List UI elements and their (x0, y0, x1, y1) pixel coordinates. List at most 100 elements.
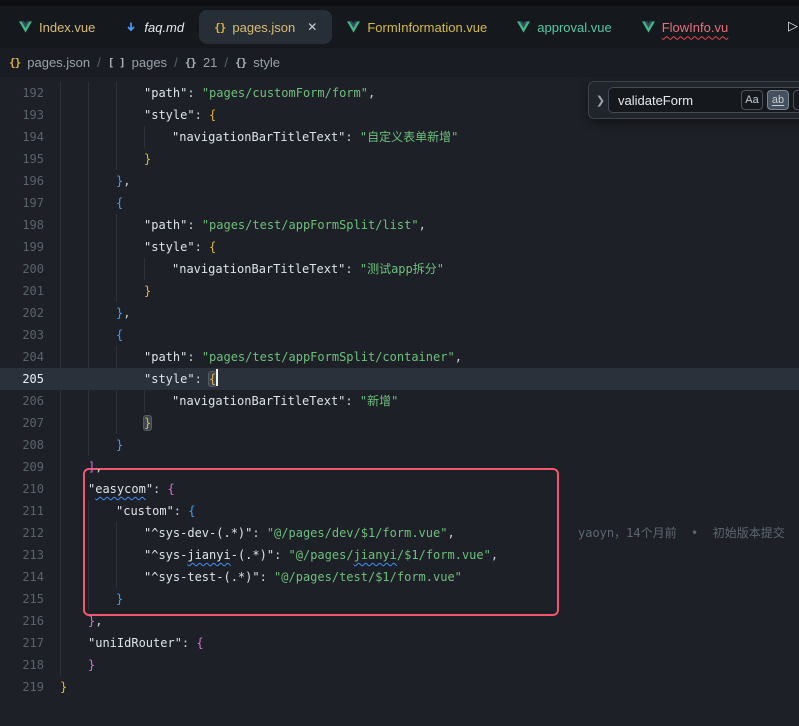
code-line[interactable]: 203{ (0, 324, 799, 346)
code-line[interactable]: 213"^sys-jianyi-(.*)": "@/pages/jianyi/$… (0, 544, 799, 566)
token: "style" (144, 372, 195, 386)
token: "navigationBarTitleText" (172, 130, 345, 144)
code-text: "style": { (0, 236, 799, 258)
tab-label: FormInformation.vue (367, 20, 487, 35)
code-line[interactable]: 196}, (0, 170, 799, 192)
code-line[interactable]: 198"path": "pages/test/appFormSplit/list… (0, 214, 799, 236)
code-text: "path": "pages/test/appFormSplit/contain… (0, 346, 799, 368)
tab-faq-md[interactable]: faq.md (110, 10, 199, 44)
token: } (60, 680, 67, 694)
code-line[interactable]: 209], (0, 456, 799, 478)
find-widget: ❯ validateForm Aa ab .* (588, 81, 799, 119)
code-line[interactable]: 194"navigationBarTitleText": "自定义表单新增" (0, 126, 799, 148)
braces-icon: {} (9, 56, 20, 69)
token: : (274, 548, 288, 562)
token: "@/pages/test/$1/form.vue" (274, 570, 462, 584)
code-line[interactable]: 207} (0, 412, 799, 434)
code-line[interactable]: 202}, (0, 302, 799, 324)
breadcrumb-item[interactable]: 21 (203, 55, 217, 70)
token: "新增" (360, 394, 398, 408)
code-line[interactable]: 195} (0, 148, 799, 170)
code-line[interactable]: 218} (0, 654, 799, 676)
token: "style" (144, 240, 195, 254)
cursor-caret (216, 369, 218, 386)
tab-index-vue[interactable]: Index.vue (4, 10, 110, 44)
token: { (188, 504, 195, 518)
tab-label: pages.json (232, 20, 295, 35)
breadcrumb-item[interactable]: pages.json (27, 55, 90, 70)
token: "path" (144, 86, 187, 100)
brackets-icon: [ ] (108, 56, 125, 69)
code-text: ], (0, 456, 799, 478)
code-line[interactable]: 216}, (0, 610, 799, 632)
vscode-window: { "icons": { "tab_overflow": "▷", "find_… (0, 0, 799, 726)
code-line[interactable]: 215} (0, 588, 799, 610)
match-case-button[interactable]: Aa (741, 90, 763, 110)
breadcrumb-item[interactable]: style (253, 55, 280, 70)
code-line[interactable]: 212"^sys-dev-(.*)": "@/pages/dev/$1/form… (0, 522, 799, 544)
code-line[interactable]: 217"uniIdRouter": { (0, 632, 799, 654)
token: , (95, 614, 102, 628)
code-text: "^sys-test-(.*)": "@/pages/test/$1/form.… (0, 566, 799, 588)
breadcrumb-separator: / (174, 55, 178, 70)
code-line[interactable]: 211"custom": { (0, 500, 799, 522)
tab-approval-vue[interactable]: approval.vue (502, 10, 626, 44)
regex-button[interactable]: .* (793, 90, 799, 110)
breadcrumb-item[interactable]: pages (132, 55, 167, 70)
token: } (144, 284, 151, 298)
code-line[interactable]: 210"easycom": { (0, 478, 799, 500)
code-text: { (0, 324, 799, 346)
token: "@/pages/dev/$1/form.vue" (267, 526, 448, 540)
code-line[interactable]: 199"style": { (0, 236, 799, 258)
token: , (447, 526, 454, 540)
token: "^sys- (144, 548, 187, 562)
token: "^sys-test-(.*)" (144, 570, 260, 584)
code-text: "navigationBarTitleText": "自定义表单新增" (0, 126, 799, 148)
code-line[interactable]: 219} (0, 676, 799, 698)
token: : (174, 504, 188, 518)
tab-flowinfo-vu[interactable]: FlowInfo.vu (627, 10, 743, 44)
code-line[interactable]: 200"navigationBarTitleText": "测试app拆分" (0, 258, 799, 280)
tab-pages-json[interactable]: {}pages.json✕ (199, 10, 332, 44)
code-line[interactable]: 205"style": { (0, 368, 799, 390)
code-line[interactable]: 206"navigationBarTitleText": "新增" (0, 390, 799, 412)
code-line[interactable]: 197{ (0, 192, 799, 214)
code-line[interactable]: 201} (0, 280, 799, 302)
token: , (368, 86, 375, 100)
tab-forminformation-vue[interactable]: FormInformation.vue (332, 10, 502, 44)
token: , (95, 460, 102, 474)
find-replace-toggle-icon[interactable]: ❯ (593, 94, 608, 107)
token: "uniIdRouter" (88, 636, 182, 650)
tab-label: Index.vue (39, 20, 95, 35)
token: -(.*)" (231, 548, 274, 562)
token: } (144, 416, 151, 430)
code-text: } (0, 148, 799, 170)
whole-word-button[interactable]: ab (767, 90, 789, 110)
close-icon[interactable]: ✕ (307, 20, 317, 34)
token: /$1/form.vue" (397, 548, 491, 562)
find-query-text: validateForm (618, 93, 737, 108)
code-text: } (0, 280, 799, 302)
token: : (182, 636, 196, 650)
code-line[interactable]: 214"^sys-test-(.*)": "@/pages/test/$1/fo… (0, 566, 799, 588)
token: , (491, 548, 498, 562)
token: : (153, 482, 167, 496)
token: : (252, 526, 266, 540)
vue-icon (642, 21, 655, 33)
braces-icon: {} (235, 56, 246, 69)
vue-icon (347, 21, 360, 33)
code-text: "^sys-jianyi-(.*)": "@/pages/jianyi/$1/f… (0, 544, 799, 566)
token: : (345, 394, 359, 408)
tab-overflow-icon[interactable]: ▷ (788, 18, 798, 34)
editor[interactable]: 192"path": "pages/customForm/form",193"s… (0, 77, 799, 726)
code-text: "path": "pages/test/appFormSplit/list", (0, 214, 799, 236)
code-text: "custom": { (0, 500, 799, 522)
code-line[interactable]: 208} (0, 434, 799, 456)
code-text: }, (0, 302, 799, 324)
token: "path" (144, 218, 187, 232)
token: easycom (95, 482, 146, 496)
code-line[interactable]: 204"path": "pages/test/appFormSplit/cont… (0, 346, 799, 368)
find-input[interactable]: validateForm Aa ab .* (608, 87, 799, 113)
token: : (345, 262, 359, 276)
token: { (196, 636, 203, 650)
